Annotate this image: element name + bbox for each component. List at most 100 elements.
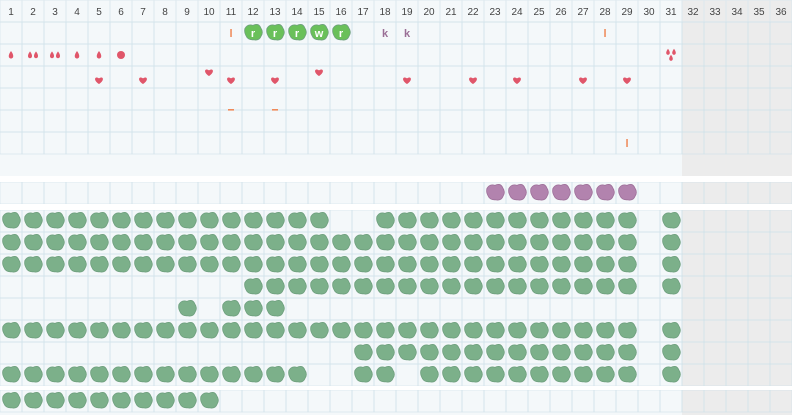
tracker-blob-mark[interactable] [310, 212, 329, 229]
tracker-blob-mark[interactable] [618, 212, 637, 229]
tracker-blob-mark[interactable] [244, 300, 263, 317]
tracker-blob-mark[interactable] [464, 322, 483, 339]
tracker-blob-mark[interactable] [354, 322, 373, 339]
tracker-blob-mark[interactable] [552, 322, 571, 339]
tracker-blob-mark[interactable] [266, 212, 285, 229]
tracker-blob-mark[interactable] [156, 256, 175, 273]
tracker-blob-mark[interactable] [24, 392, 43, 409]
tracker-blob-mark[interactable] [662, 256, 681, 273]
tracker-blob-mark[interactable] [618, 234, 637, 251]
tracker-blob-mark[interactable] [508, 278, 527, 295]
tracker-blob-mark[interactable] [90, 234, 109, 251]
tracker-blob-mark[interactable] [486, 184, 505, 201]
tracker-blob-mark[interactable] [508, 344, 527, 361]
tracker-blob-mark[interactable] [354, 366, 373, 383]
tracker-blob-mark[interactable] [596, 278, 615, 295]
tracker-blob-mark[interactable] [90, 322, 109, 339]
tracker-blob-mark[interactable] [288, 234, 307, 251]
tracker-blob-mark[interactable] [530, 256, 549, 273]
tracker-blob-mark[interactable] [464, 256, 483, 273]
tracker-blob-mark[interactable] [442, 256, 461, 273]
tracker-blob-mark[interactable] [244, 278, 263, 295]
tracker-blob-mark[interactable] [420, 322, 439, 339]
tracker-blob-mark[interactable] [266, 322, 285, 339]
tracker-blob-mark[interactable] [486, 366, 505, 383]
tracker-blob-mark[interactable] [376, 212, 395, 229]
tracker-blob-mark[interactable] [68, 322, 87, 339]
tracker-blob-mark[interactable] [200, 256, 219, 273]
tracker-blob-mark[interactable] [156, 392, 175, 409]
tracker-blob-mark[interactable] [244, 212, 263, 229]
tracker-blob-mark[interactable] [46, 212, 65, 229]
tracker-blob-mark[interactable] [244, 366, 263, 383]
tracker-blob-mark[interactable] [486, 212, 505, 229]
tracker-blob-mark[interactable] [134, 212, 153, 229]
tracker-blob-mark[interactable] [552, 234, 571, 251]
tracker-blob-mark[interactable] [46, 366, 65, 383]
tracker-blob-mark[interactable] [288, 212, 307, 229]
tracker-blob-mark[interactable] [530, 344, 549, 361]
tracker-blob-mark[interactable] [442, 344, 461, 361]
tracker-blob-mark[interactable] [46, 322, 65, 339]
tracker-blob-mark[interactable] [464, 278, 483, 295]
tracker-blob-mark[interactable] [222, 366, 241, 383]
tracker-blob-mark[interactable] [398, 212, 417, 229]
tracker-blob-mark[interactable] [354, 234, 373, 251]
tracker-blob-mark[interactable] [596, 366, 615, 383]
tracker-blob-mark[interactable] [618, 322, 637, 339]
tracker-blob-mark[interactable] [46, 256, 65, 273]
tracker-blob-mark[interactable] [112, 256, 131, 273]
tracker-blob-mark[interactable] [574, 366, 593, 383]
tracker-blob-mark[interactable] [68, 234, 87, 251]
tracker-blob-mark[interactable] [596, 234, 615, 251]
tracker-blob-mark[interactable] [398, 322, 417, 339]
tracker-blob-mark[interactable] [464, 234, 483, 251]
tracker-blob-mark[interactable] [332, 278, 351, 295]
tracker-blob-mark[interactable] [442, 322, 461, 339]
tracker-blob-mark[interactable] [178, 234, 197, 251]
tracker-blob-mark[interactable] [2, 322, 21, 339]
tracker-blob-mark[interactable] [508, 212, 527, 229]
tracker-blob-mark[interactable] [530, 322, 549, 339]
tracker-blob-mark[interactable] [662, 366, 681, 383]
tracker-blob-mark[interactable] [662, 234, 681, 251]
tracker-blob-mark[interactable] [574, 234, 593, 251]
tracker-blob-mark[interactable] [310, 234, 329, 251]
tracker-blob-mark[interactable] [310, 322, 329, 339]
tracker-blob-mark[interactable] [464, 344, 483, 361]
tracker-blob-mark[interactable] [420, 212, 439, 229]
tracker-blob-mark[interactable] [156, 212, 175, 229]
tracker-blob-mark[interactable] [134, 322, 153, 339]
tracker-blob-mark[interactable] [596, 184, 615, 201]
tracker-blob-mark[interactable] [222, 212, 241, 229]
tracker-blob-mark[interactable] [486, 256, 505, 273]
tracker-blob-mark[interactable] [266, 278, 285, 295]
tracker-blob-mark[interactable] [398, 256, 417, 273]
tracker-blob-mark[interactable] [508, 256, 527, 273]
tracker-blob-mark[interactable] [376, 322, 395, 339]
tracker-blob-mark[interactable] [508, 234, 527, 251]
tracker-blob-mark[interactable] [332, 322, 351, 339]
tracker-blob-mark[interactable] [332, 256, 351, 273]
tracker-blob-mark[interactable] [442, 234, 461, 251]
tracker-blob-mark[interactable] [420, 366, 439, 383]
tracker-blob-mark[interactable] [24, 366, 43, 383]
tracker-blob-mark[interactable] [574, 256, 593, 273]
tracker-blob-mark[interactable] [112, 392, 131, 409]
tracker-blob-mark[interactable] [376, 234, 395, 251]
tracker-blob-mark[interactable] [596, 256, 615, 273]
tracker-blob-mark[interactable] [618, 344, 637, 361]
tracker-blob-mark[interactable] [530, 212, 549, 229]
tracker-blob-mark[interactable] [464, 366, 483, 383]
tracker-blob-mark[interactable] [68, 256, 87, 273]
tracker-blob-mark[interactable] [552, 184, 571, 201]
tracker-blob-mark[interactable] [222, 300, 241, 317]
tracker-blob-mark[interactable] [662, 322, 681, 339]
tracker-blob-mark[interactable] [68, 366, 87, 383]
tracker-blob-mark[interactable] [156, 322, 175, 339]
tracker-blob-mark[interactable] [288, 278, 307, 295]
tracker-blob-mark[interactable] [420, 234, 439, 251]
tracker-blob-mark[interactable] [508, 184, 527, 201]
tracker-blob-mark[interactable] [530, 234, 549, 251]
tracker-blob-mark[interactable] [266, 256, 285, 273]
